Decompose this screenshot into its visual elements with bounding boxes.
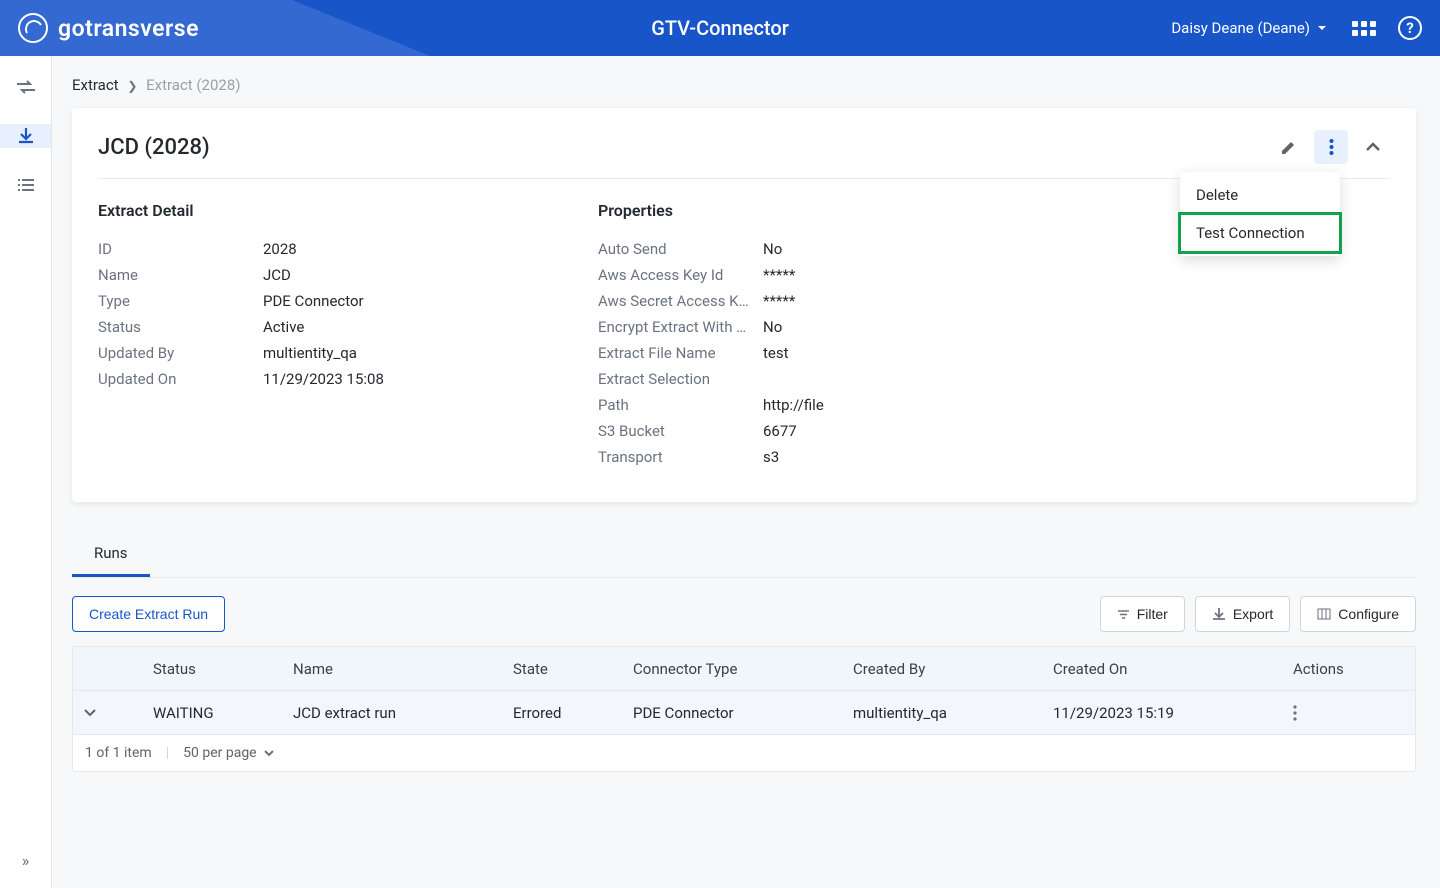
col-name[interactable]: Name xyxy=(283,660,503,678)
col-connector-type[interactable]: Connector Type xyxy=(623,660,843,678)
cell-created-by: multientity_qa xyxy=(843,704,1043,722)
app-title: GTV-Connector xyxy=(651,16,789,40)
cell-name: JCD extract run xyxy=(283,704,503,722)
table-row[interactable]: WAITING JCD extract run Errored PDE Conn… xyxy=(73,691,1415,735)
filter-icon xyxy=(1117,609,1130,620)
detail-row: TypePDE Connector xyxy=(98,288,518,314)
breadcrumb-current: Extract (2028) xyxy=(146,76,240,94)
breadcrumb-root[interactable]: Extract xyxy=(72,76,119,94)
detail-row: Updated On11/29/2023 15:08 xyxy=(98,366,518,392)
extract-detail-heading: Extract Detail xyxy=(98,201,518,220)
properties-heading: Properties xyxy=(598,201,1018,220)
runs-table: Status Name State Connector Type Created… xyxy=(72,646,1416,772)
detail-row: StatusActive xyxy=(98,314,518,340)
table-header: Status Name State Connector Type Created… xyxy=(73,647,1415,691)
sidebar: » xyxy=(0,56,52,888)
cell-actions[interactable] xyxy=(1283,705,1383,721)
edit-button[interactable] xyxy=(1272,130,1306,164)
property-row: Aws Secret Access K…***** xyxy=(598,288,1018,314)
properties-column: Properties Auto SendNo Aws Access Key Id… xyxy=(598,201,1018,470)
cell-status: WAITING xyxy=(143,704,283,722)
brand-name: gotransverse xyxy=(58,15,199,42)
cell-created-on: 11/29/2023 15:19 xyxy=(1043,704,1283,722)
property-row: Extract Selection xyxy=(598,366,1018,392)
separator: | xyxy=(166,745,169,761)
tabs: Runs xyxy=(72,530,1416,578)
user-name: Daisy Deane (Deane) xyxy=(1171,19,1310,37)
chevron-up-icon xyxy=(1364,141,1382,153)
col-state[interactable]: State xyxy=(503,660,623,678)
sidebar-item-extracts[interactable] xyxy=(0,124,51,148)
sidebar-item-transfers[interactable] xyxy=(15,78,37,96)
menu-item-delete[interactable]: Delete xyxy=(1180,176,1340,214)
user-menu[interactable]: Daisy Deane (Deane) xyxy=(1171,19,1330,37)
configure-button[interactable]: Configure xyxy=(1300,596,1416,632)
detail-row: ID2028 xyxy=(98,236,518,262)
row-expand-toggle[interactable] xyxy=(73,708,143,718)
table-footer: 1 of 1 item | 50 per page xyxy=(73,735,1415,771)
help-icon[interactable]: ? xyxy=(1398,16,1422,40)
col-status[interactable]: Status xyxy=(143,660,283,678)
detail-row: Updated Bymultientity_qa xyxy=(98,340,518,366)
extract-card: JCD (2028) Delete Test Connection xyxy=(72,108,1416,502)
property-row: Pathhttp://file xyxy=(598,392,1018,418)
sidebar-item-list[interactable] xyxy=(15,176,37,194)
download-icon xyxy=(1212,607,1226,621)
card-title: JCD (2028) xyxy=(98,135,210,160)
card-header: JCD (2028) Delete Test Connection xyxy=(98,130,1390,179)
col-created-by[interactable]: Created By xyxy=(843,660,1043,678)
property-row: S3 Bucket6677 xyxy=(598,418,1018,444)
property-row: Auto SendNo xyxy=(598,236,1018,262)
pencil-icon xyxy=(1280,138,1298,156)
per-page-selector[interactable]: 50 per page xyxy=(183,745,274,761)
property-row: Extract File Nametest xyxy=(598,340,1018,366)
item-count: 1 of 1 item xyxy=(85,745,152,761)
col-created-on[interactable]: Created On xyxy=(1043,660,1283,678)
card-actions: Delete Test Connection xyxy=(1272,130,1390,164)
chevron-down-icon xyxy=(83,708,97,718)
more-actions-button[interactable] xyxy=(1314,130,1348,164)
tab-runs[interactable]: Runs xyxy=(72,530,150,577)
sidebar-expand-icon[interactable]: » xyxy=(22,851,30,870)
cell-state: Errored xyxy=(503,704,623,722)
brand-logo-icon xyxy=(18,13,48,43)
property-row: Transports3 xyxy=(598,444,1018,470)
main-content: Extract ❯ Extract (2028) JCD (2028) xyxy=(52,56,1440,888)
property-row: Aws Access Key Id***** xyxy=(598,262,1018,288)
chevron-down-icon xyxy=(263,749,275,757)
property-row: Encrypt Extract With …No xyxy=(598,314,1018,340)
detail-row: NameJCD xyxy=(98,262,518,288)
filter-button[interactable]: Filter xyxy=(1100,596,1185,632)
topbar-right: Daisy Deane (Deane) ? xyxy=(1171,16,1422,40)
caret-down-icon xyxy=(1314,20,1330,36)
create-extract-run-button[interactable]: Create Extract Run xyxy=(72,596,225,632)
runs-toolbar: Create Extract Run Filter Export Configu… xyxy=(72,596,1416,632)
extract-detail-column: Extract Detail ID2028 NameJCD TypePDE Co… xyxy=(98,201,518,470)
cell-connector-type: PDE Connector xyxy=(623,704,843,722)
kebab-icon xyxy=(1329,138,1334,156)
export-button[interactable]: Export xyxy=(1195,596,1290,632)
menu-item-test-connection[interactable]: Test Connection xyxy=(1180,214,1340,252)
apps-grid-icon[interactable] xyxy=(1352,21,1376,36)
collapse-button[interactable] xyxy=(1356,130,1390,164)
chevron-right-icon: ❯ xyxy=(127,79,137,93)
columns-icon xyxy=(1317,608,1331,620)
kebab-icon xyxy=(1293,705,1297,721)
top-bar: gotransverse GTV-Connector Daisy Deane (… xyxy=(0,0,1440,56)
actions-menu: Delete Test Connection xyxy=(1180,172,1340,256)
col-actions: Actions xyxy=(1283,660,1383,678)
breadcrumb: Extract ❯ Extract (2028) xyxy=(72,76,1416,94)
brand-wedge: gotransverse xyxy=(0,0,430,56)
